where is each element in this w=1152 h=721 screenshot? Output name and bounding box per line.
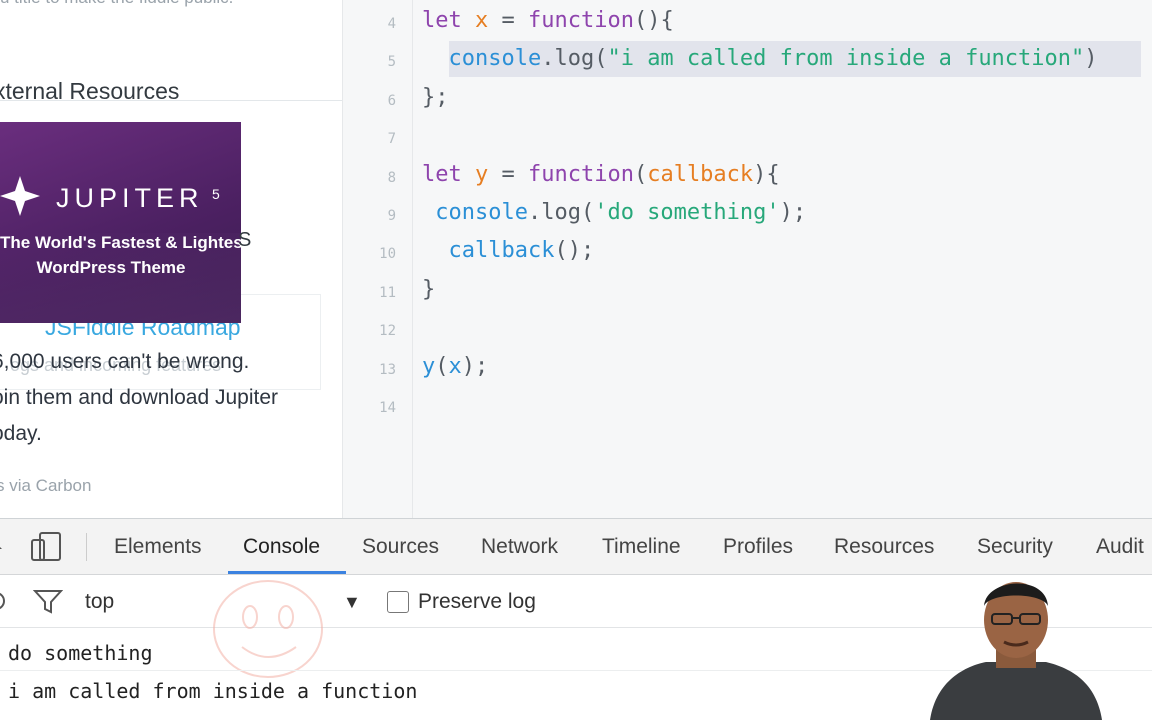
tab-separator [86,533,87,561]
code-token: ( [633,161,648,187]
code-line[interactable]: callback(); [422,238,595,264]
sidebar-note: u title to make the fiddle public. [0,0,233,8]
code-token: 'do something' [594,200,780,225]
line-number: 10 [379,246,396,263]
code-token: function [527,8,634,33]
line-number: 9 [387,208,396,224]
devtools-tab-bar: Elements Console Sources Network Timeline Pro… [0,519,1152,575]
tab-sources[interactable]: Sources [362,535,439,559]
js-code-editor[interactable]: 4 5 6 7 8 9 10 11 12 13 14 let x = function(){ con… [342,0,1152,518]
code-token: let [422,8,475,33]
line-number: 6 [387,92,396,109]
code-line[interactable]: let y = function(callback){ [422,162,780,187]
jupiter-ad-banner[interactable]: JUPITER 5 The World's Fastest & Lightest… [0,122,241,323]
code-token: (){ [633,8,674,33]
ad-tagline: WordPress Theme [36,258,186,277]
code-token: ){ [753,161,780,187]
code-token: y [422,353,436,379]
code-token: let [422,161,475,187]
tab-console[interactable]: Console [243,535,320,559]
line-number: 14 [379,400,396,416]
star-logo-icon [0,176,40,216]
inspect-element-icon[interactable] [0,533,8,561]
context-select[interactable]: top [85,590,114,614]
console-log-entry: i am called from inside a function [8,679,418,703]
code-line[interactable]: console.log("i am called from inside a f… [422,46,1098,71]
tab-audit[interactable]: Audit [1096,535,1144,559]
code-token: x [448,353,462,379]
preserve-log-checkbox[interactable] [387,591,409,613]
code-token: (); [554,238,595,264]
code-token: callback [647,161,754,187]
code-token: "i am called from inside a function" [607,46,1085,72]
code-line[interactable]: console.log('do something'); [422,200,806,225]
code-token: console [448,46,542,72]
preserve-log-label[interactable]: Preserve log [418,590,536,614]
code-token: console [435,200,528,225]
line-number: 8 [387,169,396,186]
tab-timeline[interactable]: Timeline [602,535,681,559]
code-token: ); [779,200,807,225]
ad-brand: JUPITER [56,183,204,213]
line-number: 12 [379,323,396,340]
code-line[interactable]: } [422,277,435,302]
code-token: ); [461,353,489,379]
ad-copy-line[interactable]: oin them and download Jupiter [0,386,278,410]
code-token: = [488,8,528,33]
code-line[interactable]: y(x); [422,354,488,379]
presenter-webcam-image [930,582,1102,720]
line-number: 13 [379,361,396,378]
code-token: ) [1084,46,1098,72]
line-number: 7 [387,131,396,148]
console-log-entry: do something [8,641,153,665]
code-token: }; [422,84,449,110]
ad-copy-line[interactable]: oday. [0,422,42,446]
code-line[interactable]: }; [422,85,449,110]
clear-console-icon[interactable] [0,590,8,612]
tab-profiles[interactable]: Profiles [723,535,793,559]
sidebar-divider [0,100,342,101]
tab-resources[interactable]: Resources [834,535,934,559]
line-number-gutter: 4 5 6 7 8 9 10 11 12 13 14 [343,0,413,518]
code-token: = [488,161,528,187]
fiddle-sidebar: u title to make the fiddle public. xtern… [0,0,342,518]
tab-elements[interactable]: Elements [114,535,202,559]
code-token: function [527,161,634,187]
filter-icon[interactable] [33,589,63,615]
ad-tagline: The World's Fastest & Lightest [0,233,241,252]
code-line[interactable]: let x = function(){ [422,8,674,33]
code-token: x [474,8,489,33]
code-token: y [474,161,489,187]
code-token: ( [435,353,449,379]
ad-brand-version: 5 [212,186,220,202]
line-number: 4 [387,16,396,32]
ad-attribution[interactable]: s via Carbon [0,476,91,496]
code-token: callback [448,238,555,264]
line-number: 11 [379,284,396,301]
line-number: 5 [387,54,396,71]
tab-security[interactable]: Security [977,535,1053,559]
device-mode-icon[interactable] [30,531,64,563]
dropdown-arrow-icon[interactable]: ▼ [343,592,361,613]
code-token: .log( [541,46,608,72]
code-token: .log( [527,200,595,225]
code-token: } [422,276,436,302]
ad-peek-text: S [238,229,252,251]
ad-copy-line[interactable]: 6,000 users can't be wrong. [0,350,249,374]
tab-network[interactable]: Network [481,535,558,559]
active-tab-indicator [228,571,346,574]
